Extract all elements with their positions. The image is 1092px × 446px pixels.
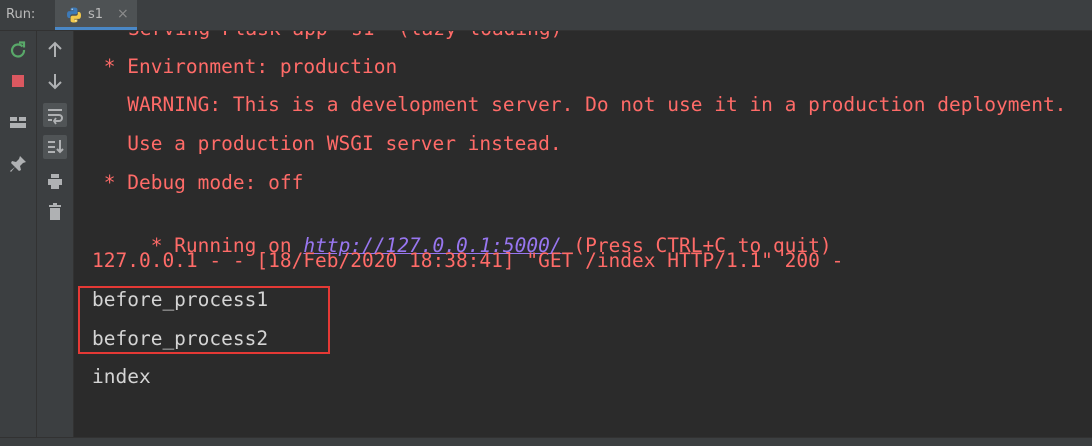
tab-s1[interactable]: s1 × — [55, 0, 137, 30]
console-line: WARNING: This is a development server. D… — [92, 93, 1067, 116]
console-line: 127.0.0.1 - - [18/Feb/2020 18:38:41] "GE… — [92, 249, 844, 272]
console-line: index — [92, 365, 151, 388]
run-toolwindow-header: Run: s1 × — [0, 0, 1092, 31]
down-arrow-icon[interactable] — [43, 69, 67, 93]
stop-icon[interactable] — [6, 69, 30, 93]
console-output[interactable]: Serving Flask app "s1" (lazy loading) * … — [74, 31, 1092, 437]
console-line: * Environment: production — [92, 55, 398, 78]
soft-wrap-icon[interactable] — [43, 103, 67, 127]
up-arrow-icon[interactable] — [43, 38, 67, 62]
console-actions-toolbar — [37, 31, 74, 445]
rerun-icon[interactable] — [6, 38, 30, 62]
layout-icon[interactable] — [6, 111, 30, 135]
active-tab-indicator — [55, 27, 137, 30]
console-line: * Debug mode: off — [92, 171, 304, 194]
run-label: Run: — [6, 7, 36, 22]
console-line: Use a production WSGI server instead. — [92, 132, 562, 155]
highlight-annotation-box — [78, 286, 330, 354]
trash-icon[interactable] — [43, 200, 67, 224]
tab-label: s1 — [88, 7, 104, 22]
print-icon[interactable] — [43, 170, 67, 194]
python-icon — [65, 6, 83, 24]
close-icon[interactable]: × — [117, 6, 129, 22]
run-actions-toolbar — [0, 31, 37, 445]
console-line: Serving Flask app "s1" (lazy loading) — [128, 31, 562, 41]
scroll-to-end-icon[interactable] — [43, 135, 67, 159]
pin-icon[interactable] — [6, 152, 30, 176]
